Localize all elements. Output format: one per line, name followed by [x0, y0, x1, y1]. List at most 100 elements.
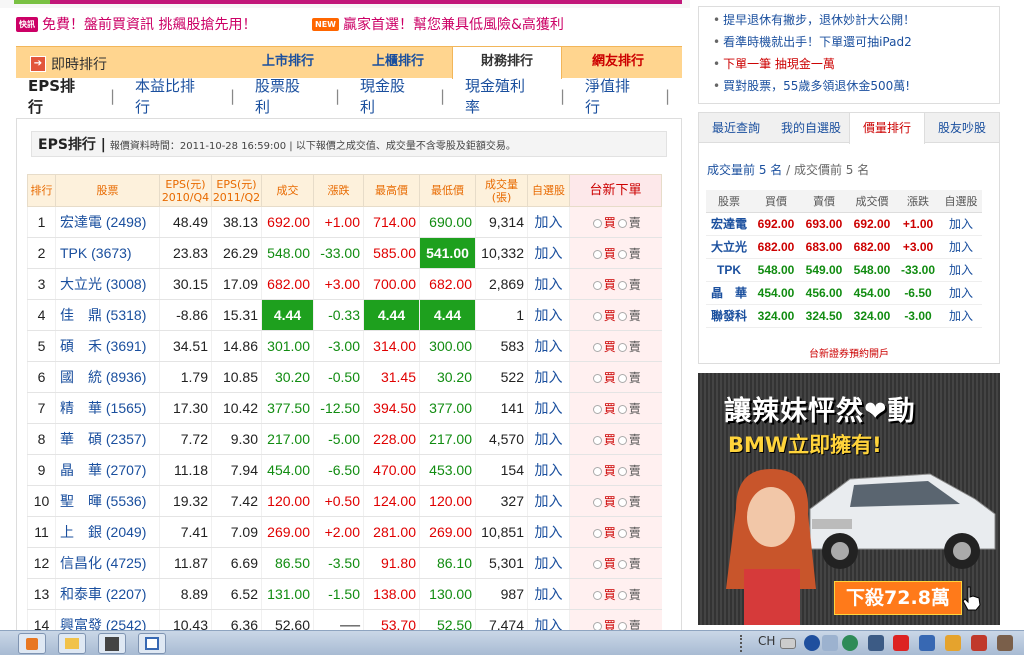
quote-add-watchlist-button[interactable]: 加入 [940, 258, 982, 282]
keyboard-icon[interactable] [780, 638, 796, 649]
action-center-flag-icon[interactable] [919, 635, 935, 651]
tab-my-watchlist[interactable]: 我的自選股 [771, 113, 851, 143]
add-to-watchlist-button[interactable]: 加入 [527, 578, 570, 610]
price-top5-link[interactable]: 成交價前 5 名 [794, 163, 869, 177]
stock-name-link[interactable]: 精 華 [60, 400, 102, 416]
open-account-link[interactable]: 台新證券預約開戶 [699, 345, 999, 360]
stock-cell[interactable]: 興富發 (2542) [55, 609, 160, 630]
add-to-watchlist-button[interactable]: 加入 [527, 423, 570, 455]
add-to-watchlist-button[interactable]: 加入 [527, 516, 570, 548]
subnav-net-value[interactable]: 淨值排行 [585, 75, 645, 117]
add-to-watchlist-button[interactable]: 加入 [527, 361, 570, 393]
buy-radio[interactable] [592, 404, 602, 414]
tab-price-volume-rank[interactable]: 價量排行 [849, 113, 925, 144]
promo-text[interactable]: 免費！盤前買資訊 挑飆股搶先用！ [42, 14, 256, 34]
quote-stock-link[interactable]: TPK [706, 258, 752, 282]
stock-code-link[interactable]: (1565) [106, 400, 146, 416]
stock-code-link[interactable]: (4725) [106, 555, 146, 571]
stock-cell[interactable]: 國 統 (8936) [55, 361, 160, 393]
folder-taskbar-icon[interactable] [58, 633, 86, 654]
volume-icon[interactable] [971, 635, 987, 651]
sell-radio[interactable] [617, 218, 627, 228]
buy-radio[interactable] [592, 373, 602, 383]
subnav-cash-yield[interactable]: 現金殖利率 [465, 75, 540, 117]
sell-radio[interactable] [617, 311, 627, 321]
ad-cta-button[interactable]: 下殺72.8萬 [834, 581, 962, 615]
stock-code-link[interactable]: (8936) [106, 369, 146, 385]
sell-radio[interactable] [617, 528, 627, 538]
subnav-pe[interactable]: 本益比排行 [135, 75, 210, 117]
stock-name-link[interactable]: 信昌化 [60, 555, 102, 571]
program-taskbar-icon[interactable] [98, 633, 126, 654]
stock-cell[interactable]: 佳 鼎 (5318) [55, 299, 160, 331]
side-link-cash[interactable]: 下單一筆 抽現金一萬 [713, 55, 835, 73]
stock-cell[interactable]: 聖 暉 (5536) [55, 485, 160, 517]
bmw-ad-banner[interactable]: 讓辣妹怦然❤動 BMW立即擁有! 下殺72.8萬 [698, 373, 1000, 625]
add-to-watchlist-button[interactable]: 加入 [527, 330, 570, 362]
stock-name-link[interactable]: 宏達電 [60, 214, 102, 230]
stock-code-link[interactable]: (2357) [106, 431, 146, 447]
window-taskbar-icon[interactable] [138, 633, 166, 654]
stock-cell[interactable]: 華 碩 (2357) [55, 423, 160, 455]
stock-code-link[interactable]: (5318) [106, 307, 146, 323]
promo-link-free-info[interactable]: 快訊 免費！盤前買資訊 挑飆股搶先用！ [16, 14, 256, 34]
add-to-watchlist-button[interactable]: 加入 [527, 237, 570, 269]
sell-radio[interactable] [617, 497, 627, 507]
sell-radio[interactable] [617, 404, 627, 414]
tab-recent-query[interactable]: 最近查詢 [701, 113, 771, 143]
buy-radio[interactable] [592, 342, 602, 352]
stock-cell[interactable]: 信昌化 (4725) [55, 547, 160, 579]
stock-cell[interactable]: 宏達電 (2498) [55, 206, 160, 238]
volume-top5-link[interactable]: 成交量前 5 名 [707, 163, 782, 177]
tab-stock-chat[interactable]: 股友吵股 [927, 113, 997, 143]
stock-name-link[interactable]: 聖 暉 [60, 493, 102, 509]
sell-radio[interactable] [617, 373, 627, 383]
security-icon[interactable] [842, 635, 858, 651]
buy-radio[interactable] [592, 280, 602, 290]
stock-cell[interactable]: 和泰車 (2207) [55, 578, 160, 610]
quote-stock-link[interactable]: 聯發科 [706, 304, 752, 328]
promo-link-winner[interactable]: NEW 贏家首選！幫您兼具低風險&高獲利 [312, 14, 564, 34]
ime-options-icon[interactable] [822, 635, 838, 651]
subnav-stock-dividend[interactable]: 股票股利 [255, 75, 315, 117]
buy-radio[interactable] [592, 528, 602, 538]
stock-name-link[interactable]: 國 統 [60, 369, 102, 385]
stock-name-link[interactable]: 大立光 [60, 276, 102, 292]
add-to-watchlist-button[interactable]: 加入 [527, 206, 570, 238]
stock-code-link[interactable]: (2207) [106, 586, 146, 602]
add-to-watchlist-button[interactable]: 加入 [527, 485, 570, 517]
stock-name-link[interactable]: 興富發 [60, 617, 102, 630]
quote-stock-link[interactable]: 晶 華 [706, 281, 752, 305]
stock-code-link[interactable]: (3673) [91, 245, 131, 261]
add-to-watchlist-button[interactable]: 加入 [527, 392, 570, 424]
quote-add-watchlist-button[interactable]: 加入 [940, 304, 982, 328]
stock-name-link[interactable]: 碩 禾 [60, 338, 102, 354]
sell-radio[interactable] [617, 342, 627, 352]
buy-radio[interactable] [592, 559, 602, 569]
stock-code-link[interactable]: (2707) [106, 462, 146, 478]
sell-radio[interactable] [617, 559, 627, 569]
quote-stock-link[interactable]: 大立光 [706, 235, 752, 259]
stock-code-link[interactable]: (2049) [106, 524, 146, 540]
stock-name-link[interactable]: 上 銀 [60, 524, 102, 540]
stock-code-link[interactable]: (3691) [106, 338, 146, 354]
buy-radio[interactable] [592, 621, 602, 630]
stock-code-link[interactable]: (5536) [106, 493, 146, 509]
promo-text[interactable]: 贏家首選！幫您兼具低風險&高獲利 [343, 14, 564, 34]
buy-radio[interactable] [592, 466, 602, 476]
stock-cell[interactable]: 精 華 (1565) [55, 392, 160, 424]
buy-radio[interactable] [592, 311, 602, 321]
quote-stock-link[interactable]: 宏達電 [706, 212, 752, 236]
buy-radio[interactable] [592, 497, 602, 507]
stock-code-link[interactable]: (3008) [106, 276, 146, 292]
subnav-eps[interactable]: EPS排行 [28, 75, 90, 117]
stock-cell[interactable]: TPK (3673) [55, 237, 160, 269]
quote-add-watchlist-button[interactable]: 加入 [940, 235, 982, 259]
power-icon[interactable] [997, 635, 1013, 651]
stock-code-link[interactable]: (2542) [106, 617, 146, 630]
stock-name-link[interactable]: 和泰車 [60, 586, 102, 602]
side-link-pension[interactable]: 買對股票，55歲多領退休金500萬! [713, 77, 910, 95]
stock-code-link[interactable]: (2498) [106, 214, 146, 230]
sell-radio[interactable] [617, 590, 627, 600]
add-to-watchlist-button[interactable]: 加入 [527, 299, 570, 331]
